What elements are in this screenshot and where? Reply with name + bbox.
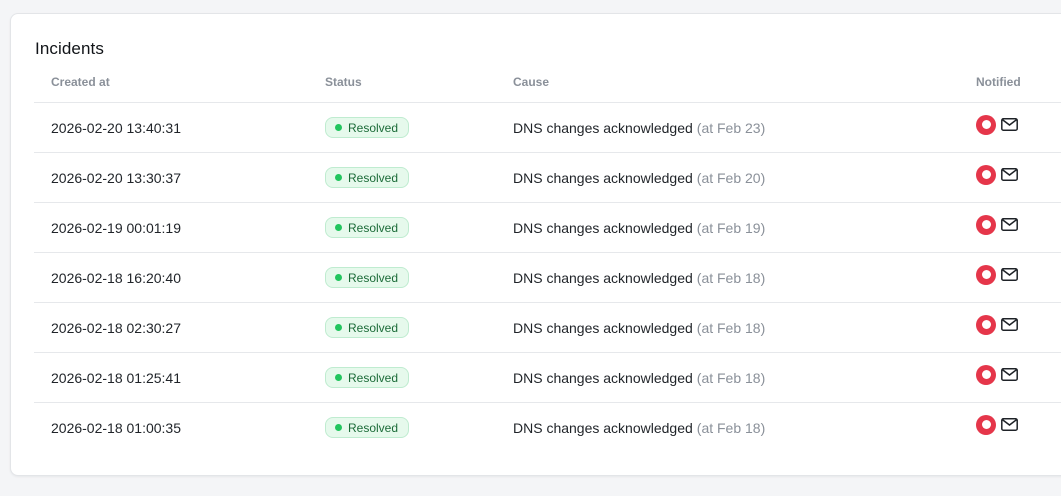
table-row[interactable]: 2026-02-19 00:01:19 Resolved DNS changes…	[34, 203, 1061, 253]
mail-icon	[1001, 118, 1018, 131]
red-circle-channel-icon	[976, 264, 996, 285]
cause-text: DNS changes acknowledged	[513, 269, 693, 286]
cause-date: (at Feb 23)	[696, 119, 766, 136]
cause-cell: DNS changes acknowledged (at Feb 19)	[513, 203, 765, 252]
red-circle-channel-icon	[976, 414, 996, 435]
notified-cell	[976, 353, 1018, 402]
notified-cell	[976, 103, 1018, 152]
incidents-card: Incidents Created at Status Cause Notifi…	[10, 13, 1061, 476]
status-label: Resolved	[348, 420, 399, 435]
notified-cell	[976, 203, 1018, 252]
status-badge: Resolved	[325, 117, 410, 138]
red-circle-channel-icon	[976, 314, 996, 335]
mail-icon	[1001, 218, 1018, 231]
created-at-cell: 2026-02-18 01:25:41	[51, 369, 181, 386]
status-dot-icon	[335, 274, 342, 281]
cause-cell: DNS changes acknowledged (at Feb 20)	[513, 153, 765, 202]
status-badge: Resolved	[325, 317, 410, 338]
cause-date: (at Feb 19)	[696, 219, 766, 236]
status-label: Resolved	[348, 270, 399, 285]
created-at-cell: 2026-02-18 16:20:40	[51, 269, 181, 286]
mail-icon	[1001, 368, 1018, 381]
header-notified: Notified	[976, 75, 1021, 89]
status-dot-icon	[335, 224, 342, 231]
created-at-cell: 2026-02-18 01:00:35	[51, 419, 181, 436]
status-badge: Resolved	[325, 267, 410, 288]
status-label: Resolved	[348, 120, 399, 135]
status-label: Resolved	[348, 370, 399, 385]
red-circle-channel-icon	[976, 214, 996, 235]
status-label: Resolved	[348, 220, 399, 235]
incidents-table: Created at Status Cause Notified 2026-02…	[34, 69, 1061, 452]
cause-text: DNS changes acknowledged	[513, 419, 693, 436]
cause-text: DNS changes acknowledged	[513, 369, 693, 386]
status-badge: Resolved	[325, 167, 410, 188]
cause-date: (at Feb 18)	[696, 319, 766, 336]
table-row[interactable]: 2026-02-20 13:30:37 Resolved DNS changes…	[34, 153, 1061, 203]
red-circle-channel-icon	[976, 114, 996, 135]
status-cell: Resolved	[325, 403, 410, 452]
status-badge: Resolved	[325, 217, 410, 238]
header-cause: Cause	[513, 75, 550, 89]
cause-text: DNS changes acknowledged	[513, 169, 693, 186]
table-row[interactable]: 2026-02-18 02:30:27 Resolved DNS changes…	[34, 303, 1061, 353]
card-title: Incidents	[35, 39, 104, 58]
cause-cell: DNS changes acknowledged (at Feb 23)	[513, 103, 765, 152]
cause-cell: DNS changes acknowledged (at Feb 18)	[513, 303, 765, 352]
status-dot-icon	[335, 124, 342, 131]
cause-text: DNS changes acknowledged	[513, 119, 693, 136]
header-status: Status	[325, 75, 362, 89]
cause-cell: DNS changes acknowledged (at Feb 18)	[513, 253, 765, 302]
status-cell: Resolved	[325, 153, 410, 202]
cause-date: (at Feb 18)	[696, 419, 766, 436]
table-row[interactable]: 2026-02-20 13:40:31 Resolved DNS changes…	[34, 103, 1061, 153]
status-cell: Resolved	[325, 353, 410, 402]
status-label: Resolved	[348, 170, 399, 185]
status-badge: Resolved	[325, 417, 410, 438]
header-created-at: Created at	[51, 75, 110, 89]
mail-icon	[1001, 268, 1018, 281]
cause-date: (at Feb 18)	[696, 269, 766, 286]
table-row[interactable]: 2026-02-18 01:00:35 Resolved DNS changes…	[34, 403, 1061, 452]
created-at-cell: 2026-02-18 02:30:27	[51, 319, 181, 336]
cause-date: (at Feb 20)	[696, 169, 766, 186]
red-circle-channel-icon	[976, 364, 996, 385]
cause-cell: DNS changes acknowledged (at Feb 18)	[513, 403, 765, 452]
status-dot-icon	[335, 324, 342, 331]
cause-date: (at Feb 18)	[696, 369, 766, 386]
created-at-cell: 2026-02-20 13:40:31	[51, 119, 181, 136]
mail-icon	[1001, 168, 1018, 181]
notified-cell	[976, 303, 1018, 352]
status-cell: Resolved	[325, 303, 410, 352]
table-body: 2026-02-20 13:40:31 Resolved DNS changes…	[34, 103, 1061, 452]
table-row[interactable]: 2026-02-18 01:25:41 Resolved DNS changes…	[34, 353, 1061, 403]
status-badge: Resolved	[325, 367, 410, 388]
created-at-cell: 2026-02-19 00:01:19	[51, 219, 181, 236]
status-cell: Resolved	[325, 253, 410, 302]
notified-cell	[976, 253, 1018, 302]
status-cell: Resolved	[325, 203, 410, 252]
status-label: Resolved	[348, 320, 399, 335]
cause-text: DNS changes acknowledged	[513, 219, 693, 236]
created-at-cell: 2026-02-20 13:30:37	[51, 169, 181, 186]
table-header: Created at Status Cause Notified	[34, 69, 1061, 103]
red-circle-channel-icon	[976, 164, 996, 185]
mail-icon	[1001, 418, 1018, 431]
status-dot-icon	[335, 174, 342, 181]
status-dot-icon	[335, 374, 342, 381]
cause-text: DNS changes acknowledged	[513, 319, 693, 336]
status-dot-icon	[335, 424, 342, 431]
notified-cell	[976, 153, 1018, 202]
notified-cell	[976, 403, 1018, 452]
mail-icon	[1001, 318, 1018, 331]
cause-cell: DNS changes acknowledged (at Feb 18)	[513, 353, 765, 402]
table-row[interactable]: 2026-02-18 16:20:40 Resolved DNS changes…	[34, 253, 1061, 303]
status-cell: Resolved	[325, 103, 410, 152]
